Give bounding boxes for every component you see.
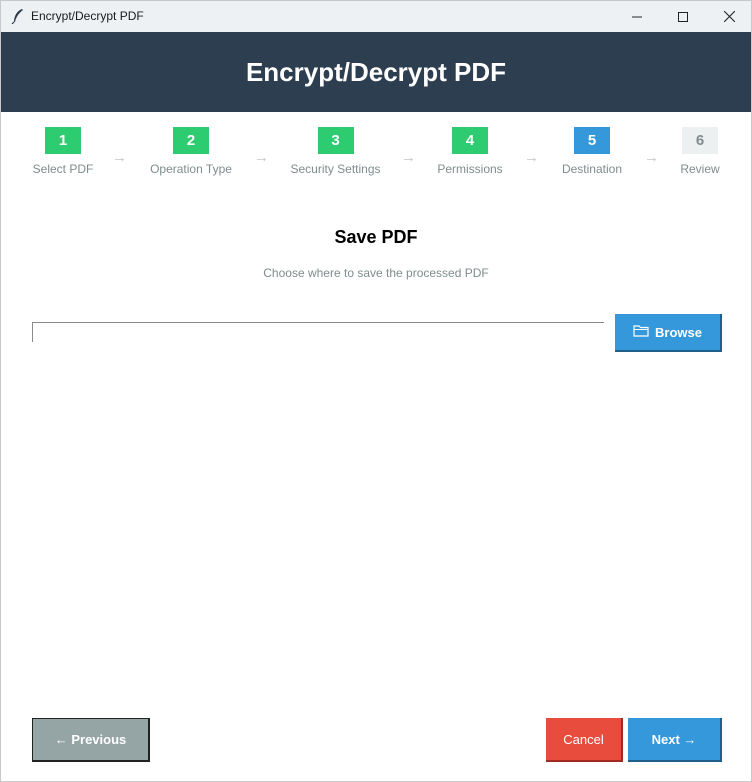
step-arrow-icon: → (254, 149, 269, 166)
window-title: Encrypt/Decrypt PDF (31, 9, 144, 23)
save-path-input[interactable] (32, 322, 604, 342)
step-number: 6 (682, 127, 718, 154)
app-window: Encrypt/Decrypt PDF Encrypt/Decrypt PDF … (0, 0, 752, 782)
step-number: 2 (173, 127, 209, 154)
feather-icon (11, 8, 25, 25)
step-label: Security Settings (290, 162, 381, 176)
minimize-button[interactable] (614, 1, 660, 32)
step-number: 3 (317, 127, 354, 154)
step-label: Permissions (437, 162, 503, 176)
step-arrow-icon: → (401, 149, 416, 166)
previous-button[interactable]: ← Previous (32, 718, 150, 762)
step-label: Operation Type (150, 162, 232, 176)
section-subtitle: Choose where to save the processed PDF (263, 266, 489, 280)
browse-button[interactable]: Browse (615, 314, 722, 352)
step-number: 4 (452, 127, 488, 154)
browse-label: Browse (655, 324, 702, 340)
step-number: 5 (574, 127, 610, 154)
close-button[interactable] (706, 1, 751, 32)
page-title: Encrypt/Decrypt PDF (245, 56, 507, 87)
step-arrow-icon: → (644, 149, 659, 166)
step-label: Review (680, 162, 720, 176)
section-title: Save PDF (334, 227, 418, 247)
step-security-settings: 3 Security Settings (289, 127, 382, 176)
step-number: 1 (45, 127, 81, 154)
step-arrow-icon: → (524, 149, 539, 166)
step-arrow-icon: → (112, 149, 127, 166)
step-permissions: 4 Permissions (435, 127, 505, 176)
step-label: Select PDF (32, 162, 94, 176)
folder-icon (633, 324, 649, 340)
maximize-button[interactable] (660, 1, 706, 32)
step-operation-type: 2 Operation Type (147, 127, 235, 176)
header-banner: Encrypt/Decrypt PDF (1, 32, 751, 112)
step-review: 6 Review (678, 127, 722, 176)
cancel-button[interactable]: Cancel (546, 718, 623, 762)
next-button[interactable]: Next → (628, 718, 722, 762)
step-destination: 5 Destination (559, 127, 625, 176)
step-label: Destination (561, 162, 623, 176)
title-bar[interactable]: Encrypt/Decrypt PDF (1, 1, 751, 32)
step-select-pdf: 1 Select PDF (32, 127, 94, 176)
